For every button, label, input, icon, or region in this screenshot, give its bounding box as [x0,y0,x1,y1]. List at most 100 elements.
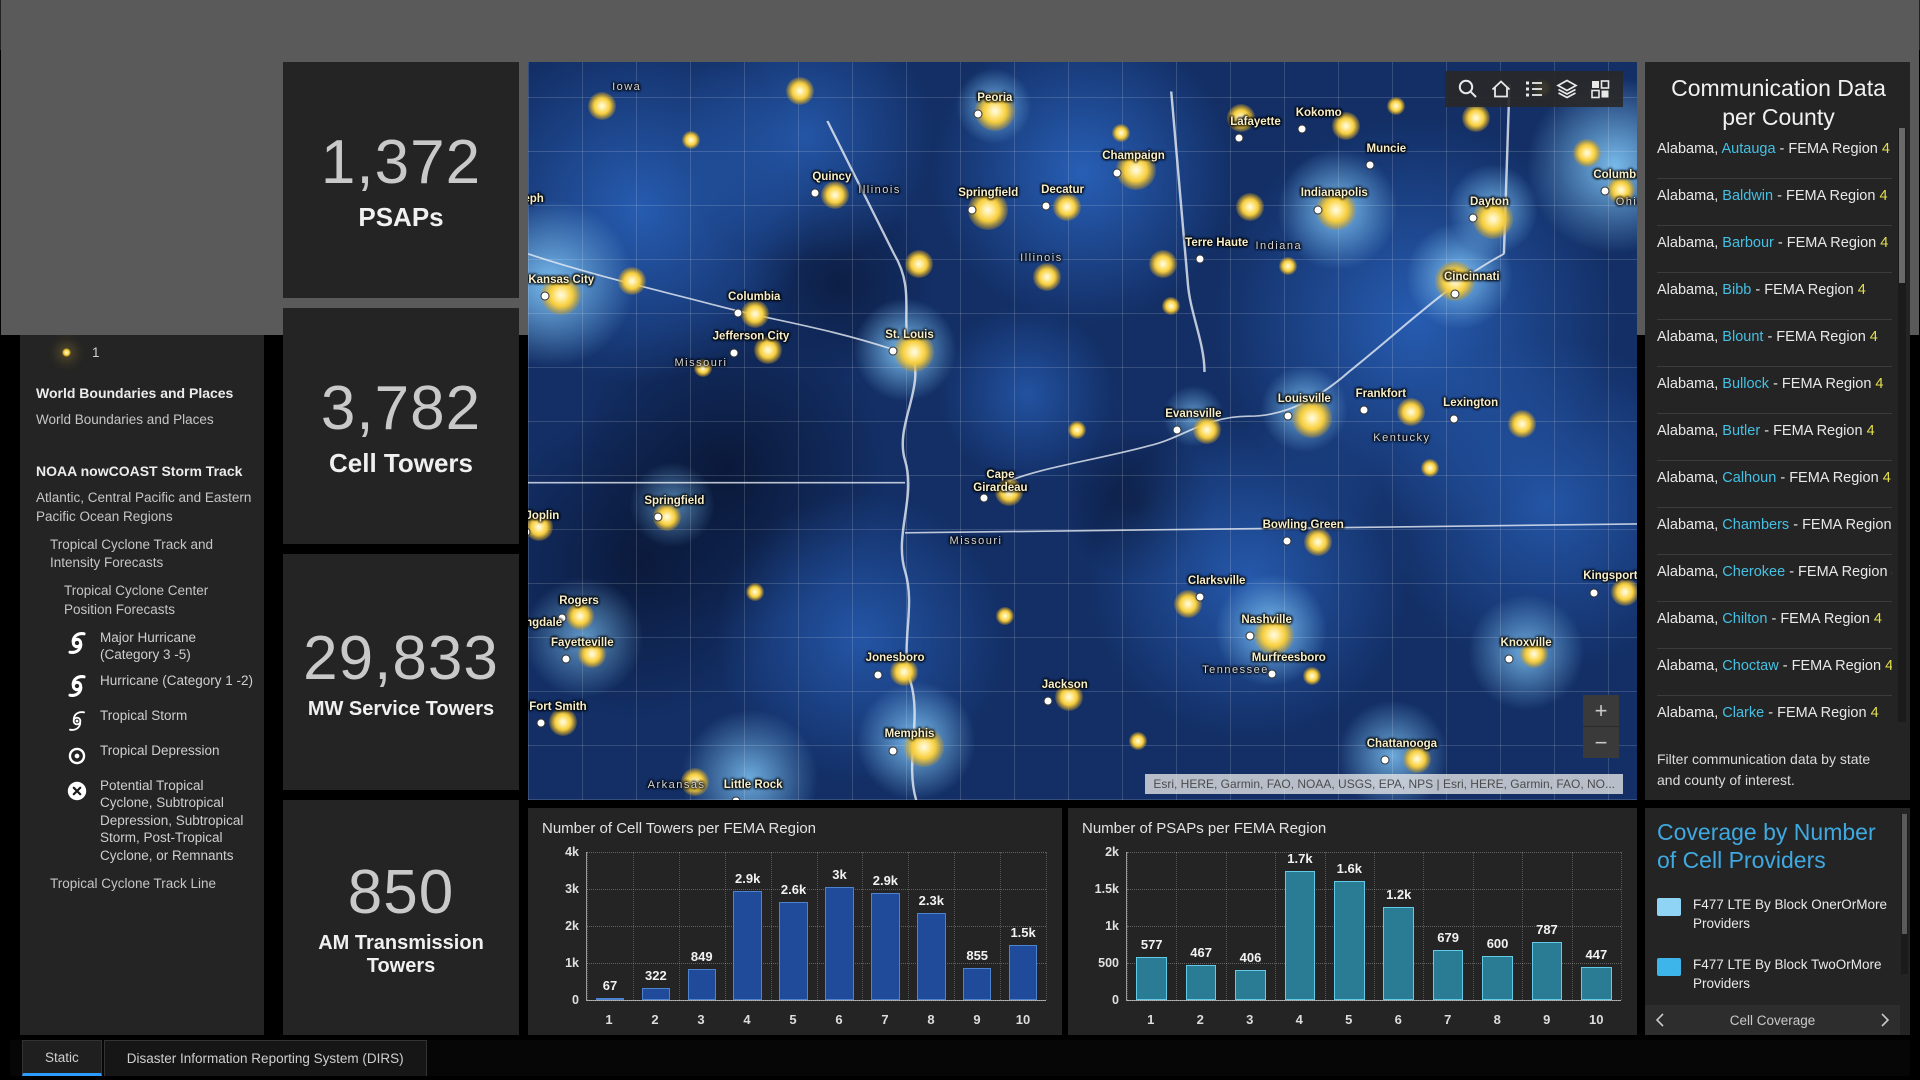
county-list-item[interactable]: Alabama, Bibb - FEMA Region 4 [1657,273,1892,320]
county-list-item[interactable]: Alabama, Bullock - FEMA Region 4 [1657,367,1892,414]
storm-item-label: Major Hurricane (Category 3 -5) [100,629,258,664]
county-list-item[interactable]: Alabama, Chambers - FEMA Region 4 [1657,508,1892,555]
county-row-text: Alabama, [1657,329,1722,345]
coverage-legend: F477 LTE By Block OnerOrMore Providers F4… [1657,896,1898,994]
bar[interactable] [1285,871,1316,1000]
county-list-item[interactable]: Alabama, Calhoun - FEMA Region 4 [1657,461,1892,508]
y-axis-tick: 1k [1105,919,1119,933]
county-row-text: Alabama, [1657,658,1722,674]
county-row-text: - FEMA Region [1789,517,1892,533]
bar[interactable] [1136,957,1167,1000]
layers-icon[interactable] [1555,77,1579,101]
scrollbar-thumb[interactable] [1899,128,1905,283]
coverage-panel: Coverage by Number of Cell Providers F47… [1645,808,1910,1035]
previous-page-button[interactable] [1645,1005,1675,1035]
bar[interactable] [1383,907,1414,1000]
next-page-button[interactable] [1870,1005,1900,1035]
coverage-legend-item[interactable]: F477 LTE By Block TwoOrMore Providers [1657,956,1898,994]
legend-storm-item: Tropical Depression [64,742,258,769]
county-row-text: 4 [1867,423,1875,439]
county-list-item[interactable]: Alabama, Choctaw - FEMA Region 4 [1657,649,1892,696]
county-row-text: Alabama, [1657,423,1722,439]
x-axis-tick: 7 [1423,1012,1473,1027]
county-row-text: Alabama, [1657,470,1722,486]
zoom-in-button[interactable]: + [1583,695,1619,726]
bar[interactable] [596,998,624,1000]
bar[interactable] [1482,956,1513,1000]
bar[interactable] [1532,942,1563,1000]
county-list-item[interactable]: Alabama, Blount - FEMA Region 4 [1657,320,1892,367]
county-panel-title: Communication Data per County [1657,74,1900,132]
city-label: Champaign [1102,150,1165,162]
county-list-item[interactable]: Alabama, Autauga - FEMA Region 4 [1657,132,1892,179]
city-marker-dot [1196,255,1205,264]
bar[interactable] [963,968,991,1000]
chart-title: Number of Cell Towers per FEMA Region [528,808,1062,837]
bar[interactable] [642,988,670,1000]
state-label: Missouri [950,535,1003,547]
city-label: Murfreesboro [1252,652,1326,664]
county-list-item[interactable]: Alabama, Baldwin - FEMA Region 4 [1657,179,1892,226]
state-label: Illinois [858,184,901,196]
y-axis-tick: 2k [1105,845,1119,859]
city-marker-dot [967,205,976,214]
county-row-text: 4 [1879,188,1887,204]
county-list-item[interactable]: Alabama, Chilton - FEMA Region 4 [1657,602,1892,649]
city-label: Kansas City [528,274,594,286]
county-row-text: Clarke [1722,705,1764,721]
county-scrollbar[interactable] [1898,128,1906,722]
tab-static[interactable]: Static [22,1040,102,1076]
coverage-legend-label: F477 LTE By Block OnerOrMore Providers [1693,896,1898,934]
search-icon[interactable] [1456,77,1480,101]
zoom-out-button[interactable]: − [1583,726,1619,758]
county-list-item[interactable]: Alabama, Clarke - FEMA Region 4 [1657,696,1892,722]
cell-tower-dot [905,250,933,278]
home-icon[interactable] [1489,77,1513,101]
county-list-item[interactable]: Alabama, Barbour - FEMA Region 4 [1657,226,1892,273]
city-marker-dot [1282,536,1291,545]
cell-tower-dot [1421,459,1439,477]
county-list-item[interactable]: Alabama, Butler - FEMA Region 4 [1657,414,1892,461]
bar[interactable] [688,969,716,1000]
y-axis-tick: 4k [565,845,579,859]
county-row-text: - FEMA Region [1769,376,1875,392]
bar-column: 855 [954,852,1000,1000]
stat-card: 850AM Transmission Towers [283,800,519,1035]
legend-layer-label: World Boundaries and Places [36,411,258,429]
tropical-depression-icon [64,743,90,769]
coverage-scrollbar[interactable] [1901,814,1908,974]
bar[interactable] [779,902,807,1000]
bar[interactable] [1433,950,1464,1000]
city-label: Springfield [958,187,1018,199]
bar[interactable] [1334,881,1365,1000]
city-marker-dot [888,746,897,755]
stat-card: 3,782Cell Towers [283,308,519,544]
county-row-text: Bibb [1722,282,1751,298]
tab-disaster-information-reporting-system-dirs[interactable]: Disaster Information Reporting System (D… [104,1040,427,1076]
city-label: St. Joseph [528,193,544,205]
gridline [1046,852,1047,1000]
bar[interactable] [733,891,761,1000]
x-axis-tick: 5 [1324,1012,1374,1027]
scrollbar-thumb[interactable] [1902,814,1907,934]
legend-icon[interactable] [1522,77,1546,101]
bar[interactable] [825,887,853,1000]
cell-tower-dot [1193,416,1221,444]
legend-storm-item: Potential Tropical Cyclone, Subtropical … [64,777,258,865]
bar[interactable] [1581,967,1612,1000]
cell-tower-dot [1162,297,1180,315]
basemap-icon[interactable] [1588,77,1612,101]
bar[interactable] [1235,970,1266,1000]
map-canvas[interactable]: IowaPeoriaKokomoLafayetteMuncieChampaign… [528,62,1637,800]
bar[interactable] [1186,965,1217,1000]
coverage-legend-item[interactable]: F477 LTE By Block OnerOrMore Providers [1657,896,1898,934]
bar[interactable] [917,913,945,1000]
bar[interactable] [1009,945,1037,1001]
county-row-text: 4 [1871,705,1879,721]
county-row-text: Blount [1722,329,1763,345]
bar[interactable] [871,893,899,1000]
cell-tower-dot [1508,410,1536,438]
storm-item-label: Tropical Depression [100,742,220,760]
county-row-text: Butler [1722,423,1760,439]
county-list-item[interactable]: Alabama, Cherokee - FEMA Region 4 [1657,555,1892,602]
